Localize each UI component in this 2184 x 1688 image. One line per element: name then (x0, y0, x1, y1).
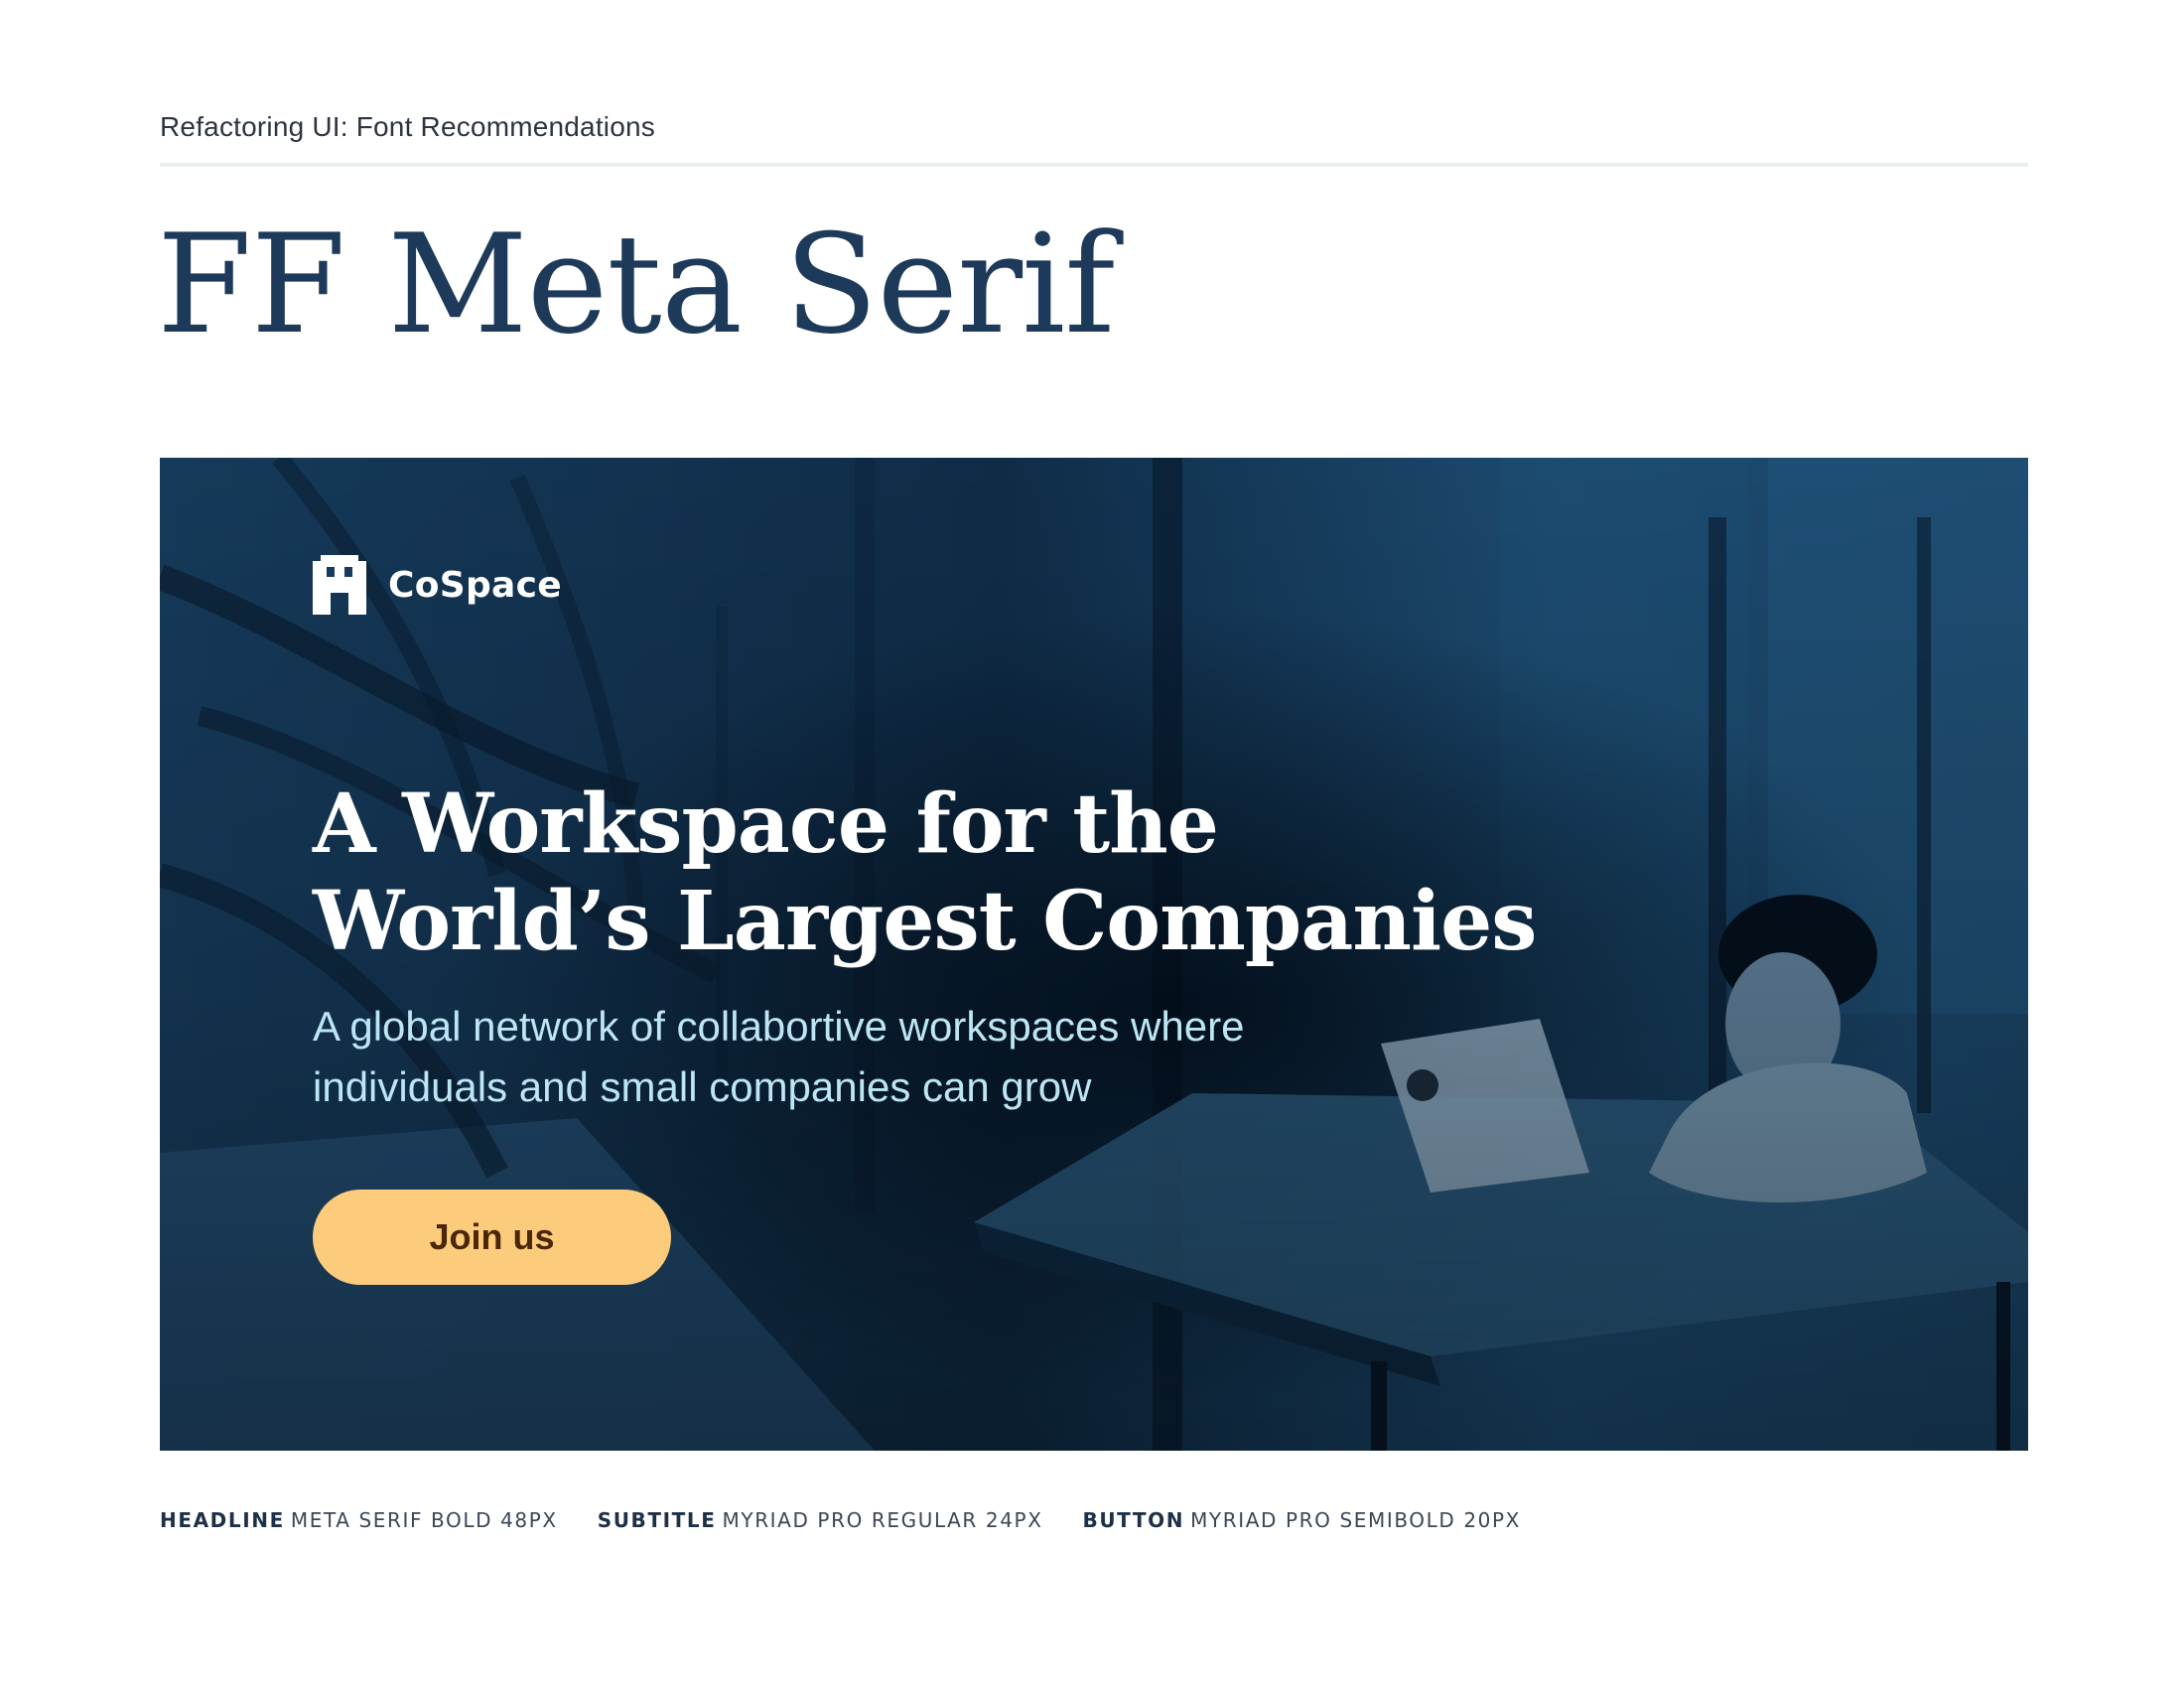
font-specs: HEADLINE META SERIF BOLD 48PX SUBTITLE MYR… (160, 1508, 1561, 1532)
spec-value: MYRIAD PRO SEMIBOLD 20PX (1190, 1508, 1521, 1532)
spec-value: MYRIAD PRO REGULAR 24PX (722, 1508, 1043, 1532)
hero-banner: CoSpace A Workspace for the World’s Larg… (160, 458, 2028, 1451)
page-header: Refactoring UI: Font Recommendations (160, 111, 2028, 167)
headline-line-1: A Workspace for the (313, 776, 1219, 872)
spec-label: HEADLINE (160, 1508, 285, 1532)
spec-button: BUTTON MYRIAD PRO SEMIBOLD 20PX (1083, 1508, 1521, 1532)
page-header-title: Refactoring UI: Font Recommendations (160, 111, 655, 142)
brand-name: CoSpace (388, 564, 562, 606)
brand-logo[interactable]: CoSpace (313, 553, 562, 617)
hero-headline: A Workspace for the World’s Largest Comp… (313, 775, 1802, 970)
spec-headline: HEADLINE META SERIF BOLD 48PX (160, 1508, 558, 1532)
headline-line-2: World’s Largest Companies (313, 874, 1537, 969)
spec-subtitle: SUBTITLE MYRIAD PRO REGULAR 24PX (598, 1508, 1043, 1532)
subtitle-line-2: individuals and small companies can grow (313, 1063, 1092, 1110)
subtitle-line-1: A global network of collabortive workspa… (313, 1003, 1245, 1050)
spec-label: BUTTON (1082, 1508, 1185, 1532)
spec-label: SUBTITLE (597, 1508, 717, 1532)
spec-value: META SERIF BOLD 48PX (290, 1508, 558, 1532)
join-us-button[interactable]: Join us (313, 1190, 671, 1285)
font-name-title: FF Meta Serif (157, 205, 1115, 364)
building-icon (313, 555, 366, 615)
hero-subtitle: A global network of collabortive workspa… (313, 996, 1444, 1117)
